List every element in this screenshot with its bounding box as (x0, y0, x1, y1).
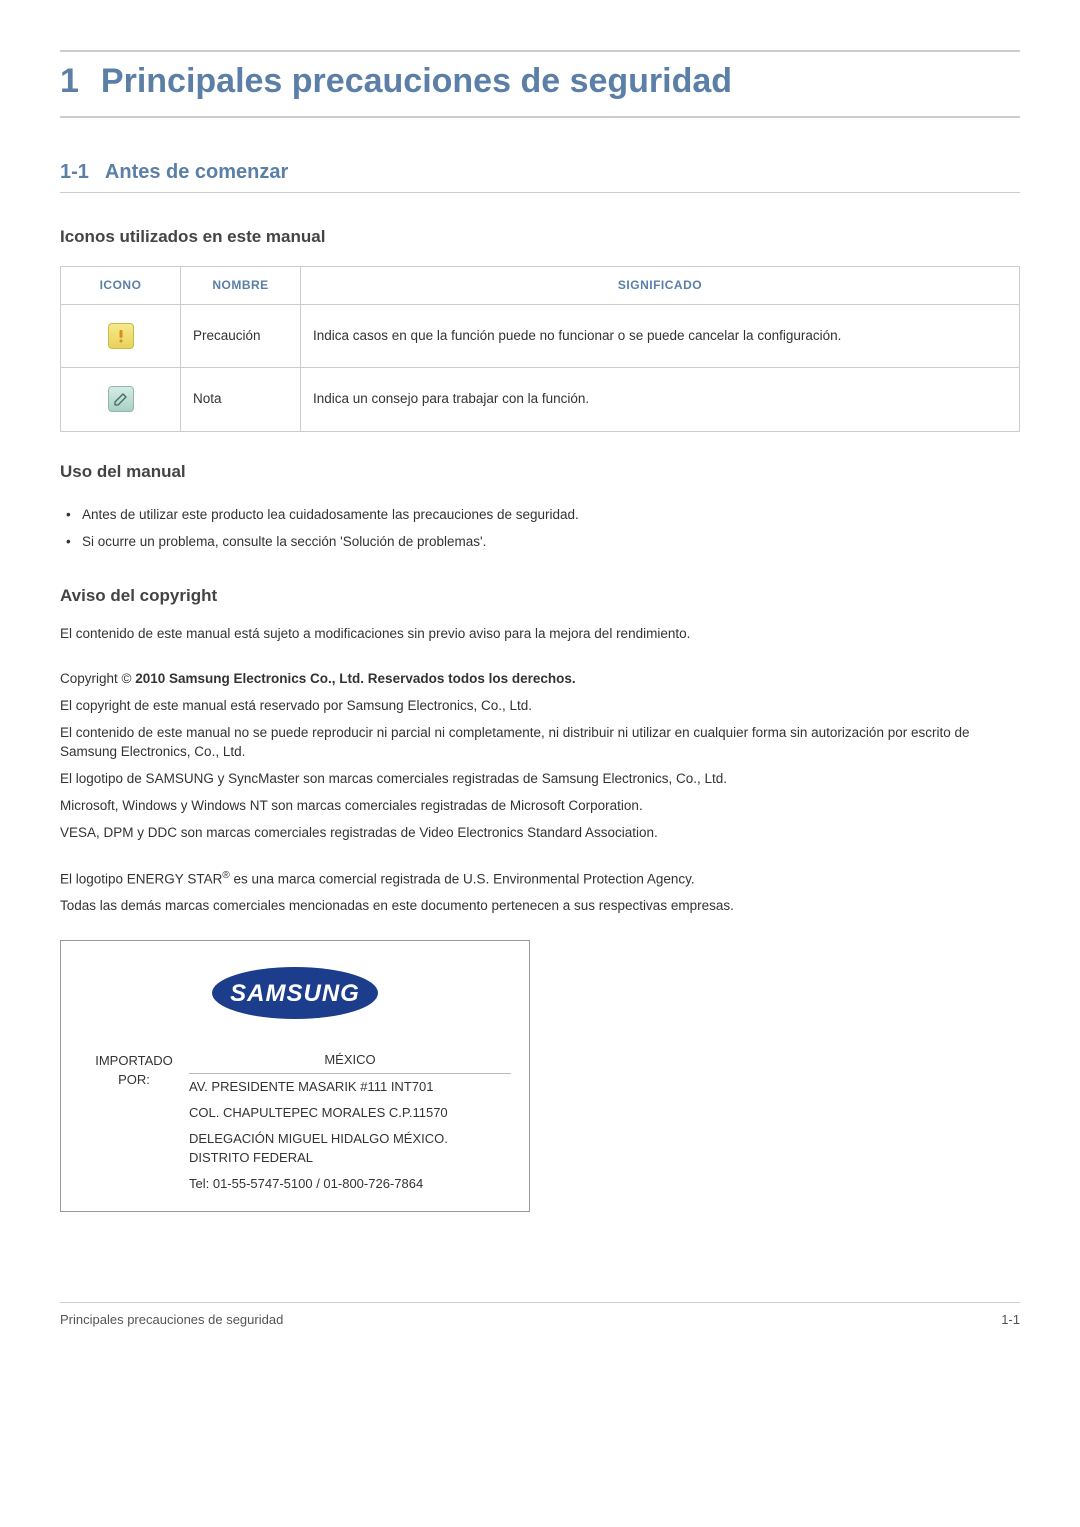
samsung-logo: SAMSUNG (210, 965, 380, 1021)
svg-text:SAMSUNG: SAMSUNG (230, 980, 360, 1007)
copyright-paragraph: VESA, DPM y DDC son marcas comerciales r… (60, 824, 1020, 843)
footer-left: Principales precauciones de seguridad (60, 1311, 283, 1329)
col-icon: ICONO (61, 267, 181, 305)
importer-address-line: DELEGACIÓN MIGUEL HIDALGO MÉXICO. DISTRI… (189, 1126, 511, 1170)
icon-meaning: Indica casos en que la función puede no … (301, 305, 1020, 368)
copyright-bold: 2010 Samsung Electronics Co., Ltd. Reser… (135, 671, 575, 686)
subsection-use-heading: Uso del manual (60, 460, 1020, 484)
subsection-icons-heading: Iconos utilizados en este manual (60, 225, 1020, 249)
use-manual-list: Antes de utilizar este producto lea cuid… (60, 502, 1020, 556)
copyright-prefix: Copyright © (60, 671, 135, 686)
energy-star-post: es una marca comercial registrada de U.S… (230, 871, 695, 886)
copyright-paragraph: Microsoft, Windows y Windows NT son marc… (60, 797, 1020, 816)
note-icon (108, 386, 134, 412)
section-title: Antes de comenzar (105, 158, 288, 186)
table-row: Precaución Indica casos en que la funció… (61, 305, 1020, 368)
table-row: Nota Indica un consejo para trabajar con… (61, 368, 1020, 432)
importer-address-line: AV. PRESIDENTE MASARIK #111 INT701 (189, 1074, 511, 1101)
importer-address-line: COL. CHAPULTEPEC MORALES C.P.11570 (189, 1100, 511, 1126)
col-name: NOMBRE (181, 267, 301, 305)
importer-box: SAMSUNG IMPORTADO POR: MÉXICO AV. PRESID… (60, 940, 530, 1212)
importer-label: IMPORTADO POR: (79, 1049, 189, 1197)
copyright-paragraph: El copyright de este manual está reserva… (60, 697, 1020, 716)
copyright-paragraph: El contenido de este manual está sujeto … (60, 625, 1020, 644)
section-number: 1-1 (60, 158, 89, 186)
energy-star-paragraph: El logotipo ENERGY STAR® es una marca co… (60, 869, 1020, 889)
page-footer: Principales precauciones de seguridad 1-… (60, 1302, 1020, 1329)
caution-icon (108, 323, 134, 349)
importer-country: MÉXICO (189, 1049, 511, 1074)
chapter-title: Principales precauciones de seguridad (101, 58, 732, 106)
chapter-number: 1 (60, 58, 79, 106)
copyright-paragraph: El contenido de este manual no se puede … (60, 724, 1020, 762)
icon-name: Precaución (181, 305, 301, 368)
energy-star-pre: El logotipo ENERGY STAR (60, 871, 222, 886)
copyright-line: Copyright © 2010 Samsung Electronics Co.… (60, 670, 1020, 689)
icon-legend-table: ICONO NOMBRE SIGNIFICADO Precaución Indi… (60, 266, 1020, 432)
list-item: Si ocurre un problema, consulte la secci… (82, 529, 1020, 556)
list-item: Antes de utilizar este producto lea cuid… (82, 502, 1020, 529)
registered-mark: ® (222, 870, 229, 881)
icon-name: Nota (181, 368, 301, 432)
importer-table: IMPORTADO POR: MÉXICO AV. PRESIDENTE MAS… (79, 1049, 511, 1197)
section-heading: 1-1 Antes de comenzar (60, 158, 1020, 193)
copyright-paragraph: Todas las demás marcas comerciales menci… (60, 897, 1020, 916)
col-meaning: SIGNIFICADO (301, 267, 1020, 305)
copyright-paragraph: El logotipo de SAMSUNG y SyncMaster son … (60, 770, 1020, 789)
footer-right: 1-1 (1001, 1311, 1020, 1329)
subsection-copyright-heading: Aviso del copyright (60, 584, 1020, 608)
icon-meaning: Indica un consejo para trabajar con la f… (301, 368, 1020, 432)
chapter-heading: 1 Principales precauciones de seguridad (60, 50, 1020, 118)
importer-phone-line: Tel: 01-55-5747-5100 / 01-800-726-7864 (189, 1171, 511, 1197)
